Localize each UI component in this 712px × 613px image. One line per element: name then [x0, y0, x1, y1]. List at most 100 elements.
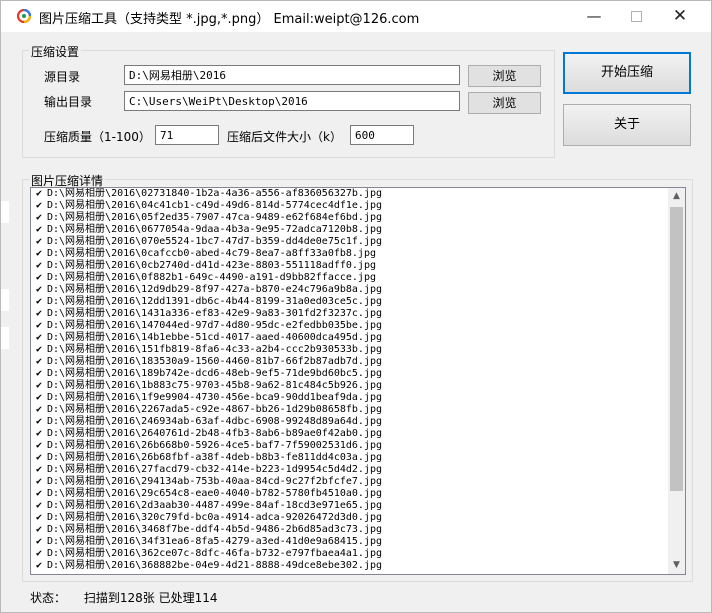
background-window-sliver: [1, 201, 9, 223]
close-button[interactable]: ✕: [657, 1, 703, 32]
file-path: D:\网易相册\2016\34f31ea6-8fa5-4279-a3ed-41d…: [47, 536, 383, 547]
check-icon: ✔: [35, 488, 43, 499]
source-browse-button[interactable]: 浏览: [468, 65, 541, 87]
start-compress-button[interactable]: 开始压缩: [563, 52, 691, 94]
check-icon: ✔: [35, 548, 43, 559]
list-item[interactable]: ✔ D:\网易相册\2016\26b668b0-5926-4ce5-baf7-7f…: [31, 440, 667, 452]
scroll-down-icon[interactable]: ▼: [668, 557, 685, 574]
scroll-thumb[interactable]: [670, 207, 683, 491]
output-browse-button[interactable]: 浏览: [468, 92, 541, 114]
check-icon: ✔: [35, 332, 43, 343]
list-item[interactable]: ✔ D:\网易相册\2016\151fb819-8fa6-4c33-a2b4-cc…: [31, 344, 667, 356]
app-icon: [17, 9, 31, 23]
check-icon: ✔: [35, 248, 43, 259]
list-item[interactable]: ✔ D:\网易相册\2016\246934ab-63af-4dbc-6908-99…: [31, 416, 667, 428]
list-item[interactable]: ✔ D:\网易相册\2016\3468f7be-ddf4-4b5d-9486-2b…: [31, 524, 667, 536]
file-path: D:\网易相册\2016\0677054a-9daa-4b3a-9e95-72a…: [47, 224, 383, 235]
check-icon: ✔: [35, 368, 43, 379]
file-list[interactable]: ✔ D:\网易相册\2016\02731840-1b2a-4a36-a556-af…: [30, 187, 686, 575]
list-item[interactable]: ✔ D:\网易相册\2016\1f9e9904-4730-456e-bca9-90…: [31, 392, 667, 404]
file-list-rows: ✔ D:\网易相册\2016\02731840-1b2a-4a36-a556-af…: [31, 188, 667, 572]
window-title: 图片压缩工具（支持类型 *.jpg,*.png） Email:weipt@126…: [39, 12, 420, 27]
background-window-sliver: [1, 289, 9, 311]
file-path: D:\网易相册\2016\26b68fbf-a38f-4deb-b8b3-fe8…: [47, 452, 383, 463]
check-icon: ✔: [35, 560, 43, 571]
list-item[interactable]: ✔ D:\网易相册\2016\2640761d-2b48-4fb3-8ab6-b8…: [31, 428, 667, 440]
list-item[interactable]: ✔ D:\网易相册\2016\0677054a-9daa-4b3a-9e95-72…: [31, 224, 667, 236]
list-item[interactable]: ✔ D:\网易相册\2016\183530a9-1560-4460-81b7-66…: [31, 356, 667, 368]
list-item[interactable]: ✔ D:\网易相册\2016\34f31ea6-8fa5-4279-a3ed-41…: [31, 536, 667, 548]
file-path: D:\网易相册\2016\3468f7be-ddf4-4b5d-9486-2b6…: [47, 524, 383, 535]
list-item[interactable]: ✔ D:\网易相册\2016\189b742e-dcd6-48eb-9ef5-71…: [31, 368, 667, 380]
list-item[interactable]: ✔ D:\网易相册\2016\04c41cb1-c49d-49d6-814d-57…: [31, 200, 667, 212]
check-icon: ✔: [35, 524, 43, 535]
compress-settings-title: 压缩设置: [29, 43, 82, 60]
check-icon: ✔: [35, 344, 43, 355]
quality-input[interactable]: 71: [155, 125, 219, 145]
check-icon: ✔: [35, 452, 43, 463]
source-dir-field[interactable]: D:\网易相册\2016: [124, 65, 460, 85]
list-item[interactable]: ✔ D:\网易相册\2016\05f2ed35-7907-47ca-9489-e6…: [31, 212, 667, 224]
list-item[interactable]: ✔ D:\网易相册\2016\147044ed-97d7-4d80-95dc-e2…: [31, 320, 667, 332]
vertical-scrollbar[interactable]: ▲ ▼: [668, 188, 685, 574]
list-item[interactable]: ✔ D:\网易相册\2016\368882be-04e9-4d21-8888-49…: [31, 560, 667, 572]
list-item[interactable]: ✔ D:\网易相册\2016\12dd1391-db6c-4b44-8199-31…: [31, 296, 667, 308]
check-icon: ✔: [35, 284, 43, 295]
list-item[interactable]: ✔ D:\网易相册\2016\1b883c75-9703-45b8-9a62-81…: [31, 380, 667, 392]
background-window-sliver: [1, 327, 9, 349]
list-item[interactable]: ✔ D:\网易相册\2016\320c79fd-bc0a-4914-adca-92…: [31, 512, 667, 524]
quality-label: 压缩质量（1-100）: [44, 130, 151, 144]
file-path: D:\网易相册\2016\189b742e-dcd6-48eb-9ef5-71d…: [47, 368, 383, 379]
list-item[interactable]: ✔ D:\网易相册\2016\070e5524-1bc7-47d7-b359-dd…: [31, 236, 667, 248]
list-item[interactable]: ✔ D:\网易相册\2016\27facd79-cb32-414e-b223-1d…: [31, 464, 667, 476]
file-path: D:\网易相册\2016\1b883c75-9703-45b8-9a62-81c…: [47, 380, 383, 391]
check-icon: ✔: [35, 428, 43, 439]
file-path: D:\网易相册\2016\04c41cb1-c49d-49d6-814d-577…: [47, 200, 383, 211]
list-item[interactable]: ✔ D:\网易相册\2016\294134ab-753b-40aa-84cd-9c…: [31, 476, 667, 488]
list-item[interactable]: ✔ D:\网易相册\2016\0f882b1-649c-4490-a191-d9b…: [31, 272, 667, 284]
output-dir-field[interactable]: C:\Users\WeiPt\Desktop\2016: [124, 91, 460, 111]
list-item[interactable]: ✔ D:\网易相册\2016\02731840-1b2a-4a36-a556-af…: [31, 188, 667, 200]
file-path: D:\网易相册\2016\1f9e9904-4730-456e-bca9-90d…: [47, 392, 383, 403]
file-path: D:\网易相册\2016\183530a9-1560-4460-81b7-66f…: [47, 356, 383, 367]
minimize-button[interactable]: —: [571, 1, 617, 32]
list-item[interactable]: ✔ D:\网易相册\2016\14b1ebbe-51cd-4017-aaed-40…: [31, 332, 667, 344]
title-bar: 图片压缩工具（支持类型 *.jpg,*.png） Email:weipt@126…: [1, 1, 711, 32]
file-path: D:\网易相册\2016\246934ab-63af-4dbc-6908-992…: [47, 416, 383, 427]
scroll-up-icon[interactable]: ▲: [668, 188, 685, 205]
list-item[interactable]: ✔ D:\网易相册\2016\26b68fbf-a38f-4deb-b8b3-fe…: [31, 452, 667, 464]
check-icon: ✔: [35, 512, 43, 523]
check-icon: ✔: [35, 200, 43, 211]
file-path: D:\网易相册\2016\12d9db29-8f97-427a-b870-e24…: [47, 284, 383, 295]
file-path: D:\网易相册\2016\368882be-04e9-4d21-8888-49d…: [47, 560, 383, 571]
file-path: D:\网易相册\2016\12dd1391-db6c-4b44-8199-31a…: [47, 296, 383, 307]
list-item[interactable]: ✔ D:\网易相册\2016\12d9db29-8f97-427a-b870-e2…: [31, 284, 667, 296]
file-path: D:\网易相册\2016\147044ed-97d7-4d80-95dc-e2f…: [47, 320, 383, 331]
file-path: D:\网易相册\2016\14b1ebbe-51cd-4017-aaed-406…: [47, 332, 383, 343]
check-icon: ✔: [35, 536, 43, 547]
file-path: D:\网易相册\2016\2640761d-2b48-4fb3-8ab6-b89…: [47, 428, 383, 439]
target-size-input[interactable]: 600: [350, 125, 414, 145]
source-dir-label: 源目录: [44, 70, 81, 84]
maximize-button[interactable]: [613, 1, 659, 32]
file-path: D:\网易相册\2016\05f2ed35-7907-47ca-9489-e62…: [47, 212, 383, 223]
list-item[interactable]: ✔ D:\网易相册\2016\2d3aab30-4487-499e-84af-18…: [31, 500, 667, 512]
list-item[interactable]: ✔ D:\网易相册\2016\29c654c8-eae0-4040-b782-57…: [31, 488, 667, 500]
file-path: D:\网易相册\2016\0f882b1-649c-4490-a191-d9bb…: [47, 272, 376, 283]
list-item[interactable]: ✔ D:\网易相册\2016\0cb2740d-d41d-423e-8803-55…: [31, 260, 667, 272]
check-icon: ✔: [35, 188, 43, 199]
check-icon: ✔: [35, 320, 43, 331]
list-item[interactable]: ✔ D:\网易相册\2016\1431a336-ef83-42e9-9a83-30…: [31, 308, 667, 320]
check-icon: ✔: [35, 380, 43, 391]
about-button[interactable]: 关于: [563, 104, 691, 146]
file-path: D:\网易相册\2016\26b668b0-5926-4ce5-baf7-7f5…: [47, 440, 383, 451]
file-path: D:\网易相册\2016\0cb2740d-d41d-423e-8803-551…: [47, 260, 376, 271]
list-item[interactable]: ✔ D:\网易相册\2016\0cafccb0-abed-4c79-8ea7-a8…: [31, 248, 667, 260]
target-size-label: 压缩后文件大小（k）: [227, 130, 342, 144]
list-item[interactable]: ✔ D:\网易相册\2016\2267ada5-c92e-4867-bb26-1d…: [31, 404, 667, 416]
check-icon: ✔: [35, 260, 43, 271]
app-window: 图片压缩工具（支持类型 *.jpg,*.png） Email:weipt@126…: [0, 0, 712, 613]
file-path: D:\网易相册\2016\320c79fd-bc0a-4914-adca-920…: [47, 512, 383, 523]
output-dir-label: 输出目录: [44, 95, 93, 109]
list-item[interactable]: ✔ D:\网易相册\2016\362ce07c-8dfc-46fa-b732-e7…: [31, 548, 667, 560]
